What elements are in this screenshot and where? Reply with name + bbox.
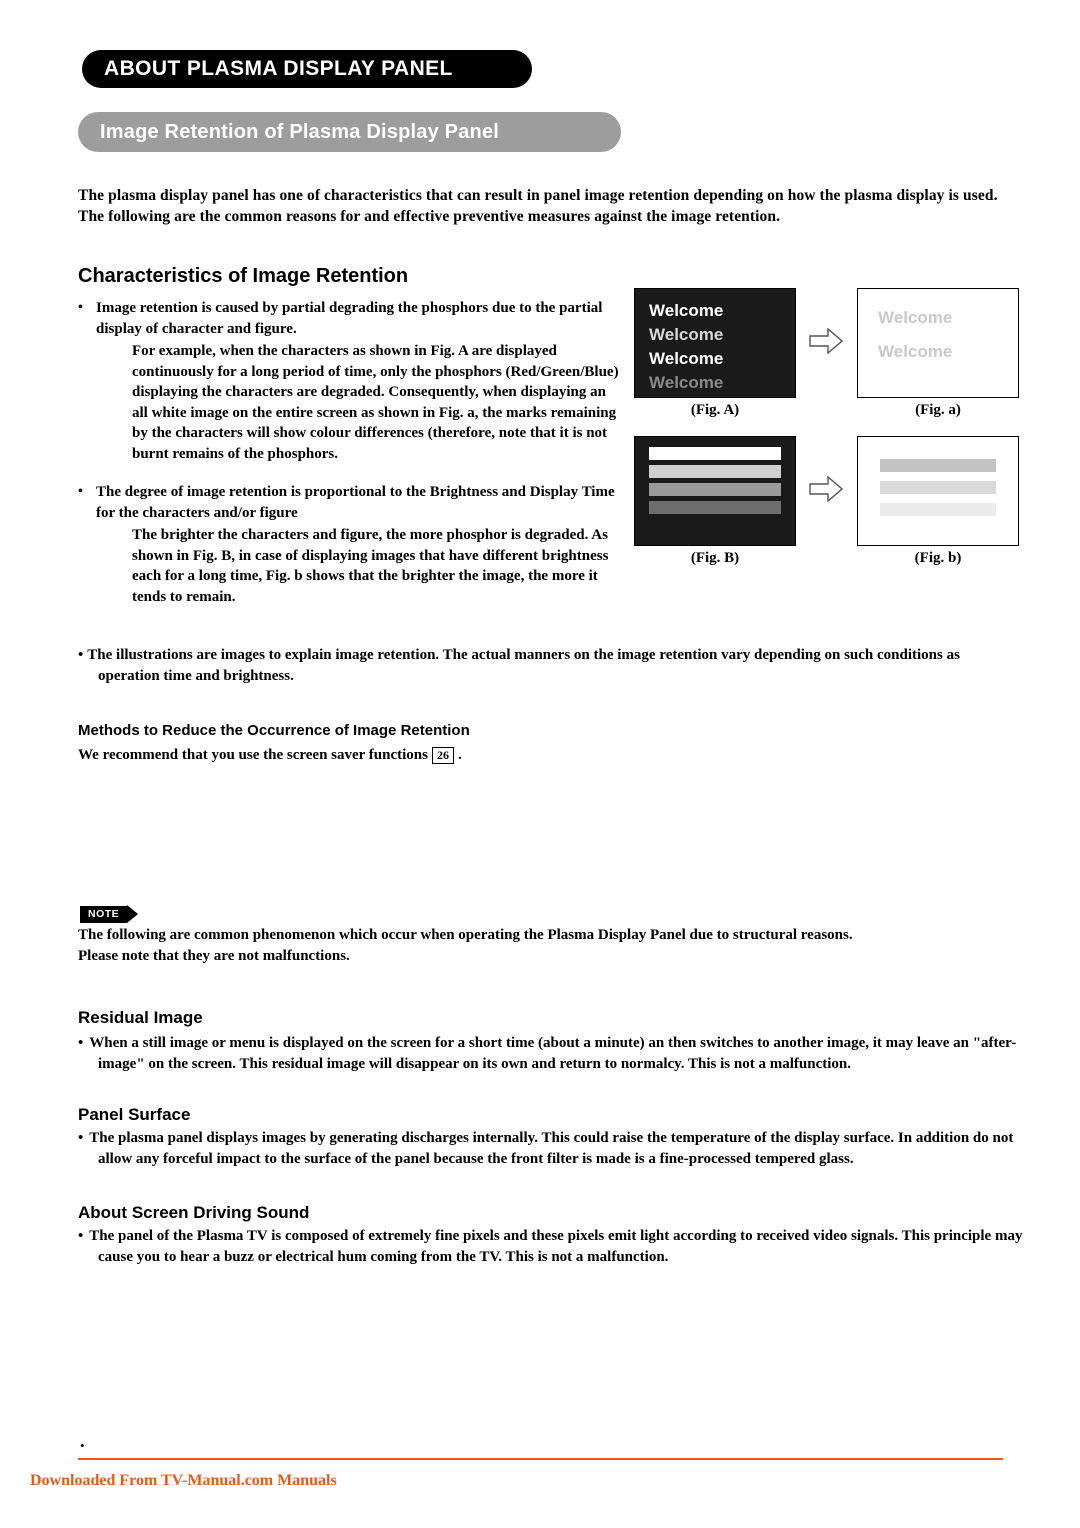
intro-paragraph: The plasma display panel has one of char… <box>78 187 998 225</box>
figure-a-line: Welcome <box>649 349 724 368</box>
figure-b-lower-white-screen <box>857 436 1019 546</box>
illustration-note-text: The illustrations are images to explain … <box>87 647 960 684</box>
brightness-bar <box>649 501 781 514</box>
figure-a-caption: (Fig. A) <box>690 402 740 418</box>
bullet-subtext: The brighter the characters and figure, … <box>132 527 609 605</box>
screen-driving-sound-text: The panel of the Plasma TV is composed o… <box>89 1228 1023 1265</box>
figure-b-dark-screen <box>634 436 796 546</box>
bullet-subtext: For example, when the characters as show… <box>132 343 619 462</box>
residual-image-body: • When a still image or menu is displayed… <box>78 1033 1028 1075</box>
figure-a-lower-caption: (Fig. a) <box>915 402 961 418</box>
chapter-title: ABOUT PLASMA DISPLAY PANEL <box>104 57 453 80</box>
figure-a-line: Welcome <box>649 301 724 320</box>
residual-image-heading: Residual Image <box>78 1008 203 1027</box>
note-arrow-icon <box>127 905 139 923</box>
residual-image-text: When a still image or menu is displayed … <box>89 1035 1017 1072</box>
figure-a-lower-line: Welcome <box>878 342 953 361</box>
right-arrow-icon <box>809 328 843 354</box>
bullet-marker: • <box>78 1228 84 1244</box>
characteristics-heading: Characteristics of Image Retention <box>78 265 409 287</box>
right-arrow-icon <box>809 476 843 502</box>
methods-body: We recommend that you use the screen sav… <box>78 747 462 764</box>
note-line-2: Please note that they are not malfunctio… <box>78 948 350 964</box>
figure-a-line: Welcome <box>649 325 724 344</box>
bullet-marker: • <box>78 484 83 499</box>
note-label: NOTE <box>80 905 128 923</box>
note-line-1: The following are common phenomenon whic… <box>78 927 853 943</box>
characteristics-body: • Image retention is caused by partial d… <box>78 298 623 611</box>
brightness-bar <box>649 465 781 478</box>
bullet-marker: • <box>78 1130 84 1146</box>
panel-surface-body: • The plasma panel displays images by gen… <box>78 1128 1028 1170</box>
methods-body-end: . <box>457 747 462 763</box>
note-body: The following are common phenomenon whic… <box>78 925 1003 967</box>
retention-bar <box>880 503 996 516</box>
brightness-bar <box>649 447 781 460</box>
panel-surface-text: The plasma panel displays images by gene… <box>89 1130 1014 1167</box>
footer-divider <box>78 1458 1003 1460</box>
illustration-note: • The illustrations are images to explain… <box>78 645 1023 687</box>
note-badge: NOTE <box>80 905 139 923</box>
bullet-marker: • <box>78 647 84 663</box>
methods-body-text: We recommend that you use the screen sav… <box>78 747 428 763</box>
section-title-banner: Image Retention of Plasma Display Panel <box>78 112 621 152</box>
brightness-bar <box>649 483 781 496</box>
chapter-title-banner: ABOUT PLASMA DISPLAY PANEL <box>82 50 532 88</box>
figure-a-lower-white-screen: Welcome Welcome <box>857 288 1019 398</box>
bullet-text: The degree of image retention is proport… <box>96 484 615 521</box>
bullet-marker: • <box>78 300 83 315</box>
bullet-text: Image retention is caused by partial deg… <box>96 300 603 337</box>
bullet-item: • Image retention is caused by partial d… <box>78 298 623 464</box>
page-reference[interactable]: 26 <box>431 747 454 764</box>
retention-bar <box>880 459 996 472</box>
footer-link[interactable]: Downloaded From TV-Manual.com Manuals <box>30 1472 337 1490</box>
bullet-marker: • <box>78 1035 84 1051</box>
panel-surface-heading: Panel Surface <box>78 1105 191 1124</box>
screen-driving-sound-heading: About Screen Driving Sound <box>78 1203 310 1222</box>
bullet-item: • The degree of image retention is propo… <box>78 482 623 607</box>
screen-driving-sound-body: • The panel of the Plasma TV is composed … <box>78 1226 1028 1268</box>
manual-page: ABOUT PLASMA DISPLAY PANEL Image Retenti… <box>0 0 1080 1528</box>
figure-b-caption: (Fig. B) <box>690 550 740 566</box>
section-title: Image Retention of Plasma Display Panel <box>100 120 500 143</box>
methods-heading: Methods to Reduce the Occurrence of Imag… <box>78 722 470 739</box>
retention-bar <box>880 481 996 494</box>
figure-a-line: Welcome <box>649 373 724 392</box>
footer-marker: • <box>80 1438 85 1453</box>
figure-b-lower-caption: (Fig. b) <box>914 550 962 566</box>
figure-a-dark-screen: Welcome Welcome Welcome Welcome <box>634 288 796 398</box>
figure-a-lower-line: Welcome <box>878 308 953 327</box>
